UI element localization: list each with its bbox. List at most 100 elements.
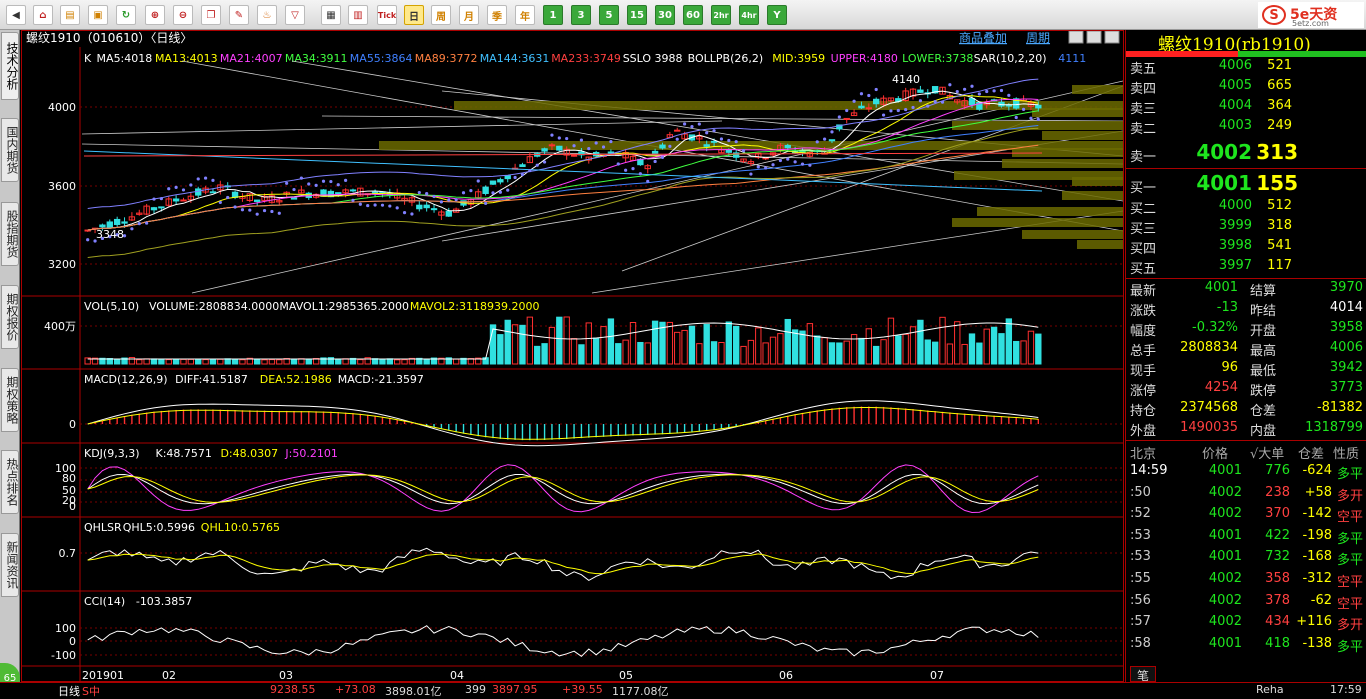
volume-bar — [187, 358, 195, 365]
stat-row: 最新 4001 结算 3970 — [1126, 280, 1366, 300]
nav-tab-index-futures[interactable]: 股指期货 — [1, 202, 19, 266]
price-tick-2: 3200 — [48, 258, 76, 271]
filter-icon[interactable]: ▽ — [285, 5, 305, 25]
sar-dot — [542, 160, 547, 164]
period-season-button[interactable]: 季 — [487, 5, 507, 25]
volume-bar — [541, 343, 548, 365]
volume-bar — [674, 331, 681, 365]
sar-dot — [682, 122, 687, 126]
period-year-button[interactable]: 年 — [515, 5, 535, 25]
candle-body — [335, 192, 342, 195]
table-icon[interactable]: ▦ — [321, 5, 341, 25]
volume-bar — [165, 359, 172, 365]
back-icon[interactable]: ◀ — [6, 5, 26, 25]
nav-tab-option-quotes[interactable]: 期权报价 — [1, 285, 19, 349]
ask-row[interactable]: 卖四 4005 665 — [1126, 78, 1366, 98]
ask-row[interactable]: 卖一 4002 313 — [1126, 140, 1366, 165]
kline-chart-area[interactable]: 螺纹1910（010610）〈日线〉 商品叠加 周期 K MA5:4018 MA13… — [21, 30, 1124, 682]
volume-bar — [563, 316, 570, 365]
left-nav: 技术分析 国内期货 股指期货 期权报价 期权策略 热点排名 新闻资讯 — [0, 30, 20, 682]
nav-tab-tech[interactable]: 技术分析 — [1, 32, 19, 100]
stat-value: 4014 — [1329, 300, 1363, 315]
bid-row[interactable]: 买三 3999 318 — [1126, 218, 1366, 238]
ma-legend-12: UPPER:4180 — [831, 52, 898, 65]
pen-icon[interactable]: ✎ — [229, 5, 249, 25]
volume-bar — [423, 359, 430, 365]
refresh-icon[interactable]: ↻ — [116, 5, 136, 25]
sar-dot — [970, 84, 974, 88]
sar-dot — [624, 168, 628, 172]
flame-icon[interactable]: ♨ — [257, 5, 277, 25]
sar-dot — [712, 129, 716, 133]
tick-price: 4002 — [1208, 484, 1242, 500]
overlay-commodity-button[interactable]: 商品叠加 — [959, 31, 1007, 45]
nav-tab-domestic-futures[interactable]: 国内期货 — [1, 118, 19, 182]
tick-volume: 238 — [1265, 484, 1290, 500]
tick-button[interactable]: Tick — [377, 5, 397, 25]
date-label-4: 05 — [619, 669, 633, 681]
period-month-button[interactable]: 月 — [459, 5, 479, 25]
nav-tab-hot-rank[interactable]: 热点排名 — [1, 450, 19, 514]
period-15m-button[interactable]: 15 — [627, 5, 647, 25]
nav-tab-option-strategy[interactable]: 期权策略 — [1, 368, 19, 432]
chart-restore-icon[interactable] — [1104, 31, 1120, 44]
ma-legend-14: SAR(10,2,20) — [974, 52, 1047, 65]
stock-icon[interactable]: ▣ — [88, 5, 108, 25]
sar-dot — [867, 93, 871, 98]
sar-dot — [469, 189, 473, 193]
bid-row[interactable]: 买五 3997 117 — [1126, 258, 1366, 278]
period-2hr-button[interactable]: 2hr — [711, 5, 731, 25]
folder-icon[interactable]: ▤ — [60, 5, 80, 25]
period-4hr-button[interactable]: 4hr — [739, 5, 759, 25]
sar-dot — [579, 138, 584, 142]
period-30m-button[interactable]: 30 — [655, 5, 675, 25]
sar-dot — [668, 144, 672, 148]
volume-bar — [902, 333, 909, 365]
sar-dot — [646, 179, 650, 183]
tick-nature: 多开 — [1336, 618, 1363, 634]
sar-dot — [270, 209, 274, 214]
macd-dea-line — [87, 407, 1039, 440]
ask-row[interactable]: 卖三 4004 364 — [1126, 98, 1366, 118]
bid-row[interactable]: 买一 4001 155 — [1126, 171, 1366, 196]
kline-chart-svg[interactable]: 螺纹1910（010610）〈日线〉 商品叠加 周期 K MA5:4018 MA13… — [22, 31, 1123, 681]
bid-row[interactable]: 买四 3998 541 — [1126, 238, 1366, 258]
home-icon[interactable]: ⌂ — [33, 5, 53, 25]
tick-row: :58 4001 418 -138 多平 — [1126, 636, 1366, 658]
period-60m-button[interactable]: 60 — [683, 5, 703, 25]
sar-dot — [904, 107, 908, 112]
volume-bar — [379, 358, 386, 365]
volume-bar — [887, 317, 895, 365]
sar-dot — [351, 198, 355, 202]
bid-label: 买二 — [1130, 202, 1157, 217]
volume-bar — [209, 359, 217, 365]
period-5m-button[interactable]: 5 — [599, 5, 619, 25]
sar-dot — [535, 163, 539, 167]
zoom-in-icon[interactable]: ⊕ — [145, 5, 165, 25]
period-1m-button[interactable]: 1 — [543, 5, 563, 25]
period-day-button[interactable]: 日 — [404, 5, 424, 25]
period-week-button[interactable]: 周 — [431, 5, 451, 25]
tick-time: :53 — [1130, 549, 1151, 565]
sar-dot — [631, 167, 635, 171]
ask-row[interactable]: 卖二 4003 249 — [1126, 118, 1366, 138]
ask-row[interactable]: 卖五 4006 521 — [1126, 58, 1366, 78]
stat-label: 跌停 — [1250, 384, 1277, 399]
chart-right-icon[interactable] — [1086, 31, 1102, 44]
volume-bar — [961, 343, 968, 365]
nav-tab-news[interactable]: 新闻资讯 — [1, 533, 19, 597]
bid-row[interactable]: 买二 4000 512 — [1126, 198, 1366, 218]
chart-icon[interactable]: ▥ — [348, 5, 368, 25]
chart-left-icon[interactable] — [1068, 31, 1084, 44]
volume-bar — [762, 342, 769, 365]
ticks-tab[interactable]: 笔 — [1130, 666, 1156, 683]
index-1-value: 9238.55 — [270, 683, 316, 696]
period-3m-button[interactable]: 3 — [571, 5, 591, 25]
window-icon[interactable]: ❐ — [201, 5, 221, 25]
period-button[interactable]: 周期 — [1026, 31, 1050, 45]
zoom-out-icon[interactable]: ⊖ — [173, 5, 193, 25]
volume-bar — [1027, 330, 1035, 365]
index-2-code: 399 — [465, 683, 486, 696]
candle-body — [150, 207, 158, 211]
period-y-button[interactable]: Y — [767, 5, 787, 25]
